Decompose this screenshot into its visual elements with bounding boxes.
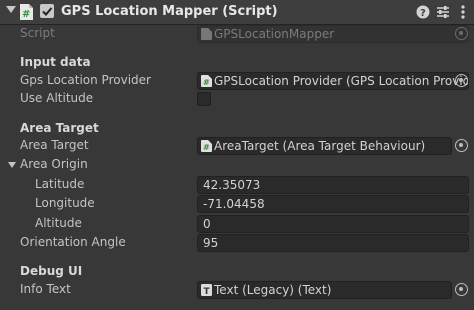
info-text-row: Info Text T Text (Legacy) (Text) [0,280,474,300]
altitude-row: Altitude 0 [0,214,474,234]
svg-text:#: # [203,78,210,87]
svg-text:#: # [22,9,30,20]
object-picker-icon[interactable] [455,283,468,296]
script-picker-icon [455,27,468,40]
latitude-row: Latitude 42.35073 [0,175,474,195]
component-title: GPS Location Mapper (Script) [61,4,278,19]
section-area-target: Area Target [20,121,99,135]
script-file-icon: # [201,140,212,152]
orientation-angle-label: Orientation Angle [20,235,126,249]
longitude-label: Longitude [35,196,95,210]
component-header[interactable]: # GPS Location Mapper (Script) ? [0,0,474,25]
text-component-icon: T [201,284,212,296]
help-icon[interactable]: ? [415,4,431,20]
latitude-label: Latitude [35,177,85,191]
altitude-input[interactable]: 0 [197,215,469,233]
object-picker-icon[interactable] [455,74,468,87]
checkmark-icon [42,7,53,16]
gps-location-provider-row: Gps Location Provider # GPSLocation Prov… [0,71,474,91]
gps-location-provider-field[interactable]: # GPSLocation Provider (GPS Location Pro… [197,72,469,90]
use-altitude-checkbox[interactable] [197,92,211,106]
gps-location-provider-label: Gps Location Provider [20,73,151,87]
area-target-field[interactable]: # AreaTarget (Area Target Behaviour) [197,137,452,155]
script-row: Script GPSLocationMapper [0,24,474,44]
foldout-arrow-icon[interactable] [8,162,16,168]
longitude-input[interactable]: -71.04458 [197,195,469,213]
longitude-row: Longitude -71.04458 [0,194,474,214]
info-text-label: Info Text [20,282,71,296]
area-target-label: Area Target [20,138,89,152]
script-file-icon [201,28,212,40]
object-picker-icon[interactable] [455,139,468,152]
script-icon: # [20,4,33,20]
script-label: Script [20,26,55,40]
svg-text:T: T [204,287,211,296]
info-text-field[interactable]: T Text (Legacy) (Text) [197,281,452,299]
enabled-checkbox[interactable] [40,4,54,18]
altitude-label: Altitude [35,216,82,230]
svg-text:#: # [203,143,210,152]
area-target-row: Area Target # AreaTarget (Area Target Be… [0,136,474,156]
script-field: GPSLocationMapper [197,25,469,43]
script-file-icon: # [201,75,212,87]
section-input-data: Input data [20,55,91,69]
orientation-angle-input[interactable]: 95 [197,234,469,252]
area-origin-label[interactable]: Area Origin [20,157,88,171]
section-debug-ui: Debug UI [20,264,83,278]
orientation-angle-row: Orientation Angle 95 [0,233,474,253]
more-icon[interactable] [455,4,471,20]
presets-icon[interactable] [435,4,451,20]
latitude-input[interactable]: 42.35073 [197,176,469,194]
collapse-arrow-icon[interactable] [6,6,16,13]
area-origin-row[interactable]: Area Origin [0,155,474,175]
svg-text:?: ? [420,8,426,19]
use-altitude-label: Use Altitude [20,91,94,105]
use-altitude-row: Use Altitude [0,89,474,109]
